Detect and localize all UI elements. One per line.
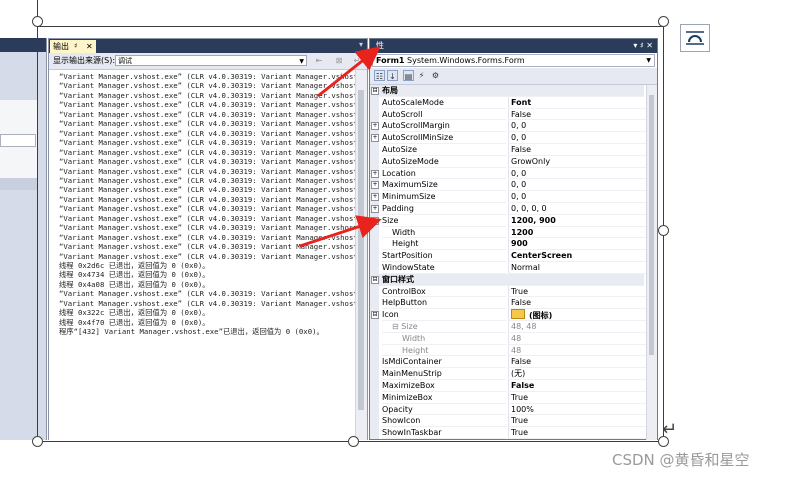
- arrow-to-properties-title: [317, 46, 381, 98]
- annotation-arrows: [299, 46, 382, 248]
- return-arrow-icon: ↵: [662, 419, 678, 440]
- watermark: CSDN @黄昏和星空: [612, 451, 750, 469]
- screenshot-canvas: 输出 ♯ ✕ ▾ 显示输出来源(S): 调试 ▼ ⇤ ⊠ ↵ “Variant …: [0, 0, 799, 478]
- arrow-to-size-property: [299, 215, 382, 248]
